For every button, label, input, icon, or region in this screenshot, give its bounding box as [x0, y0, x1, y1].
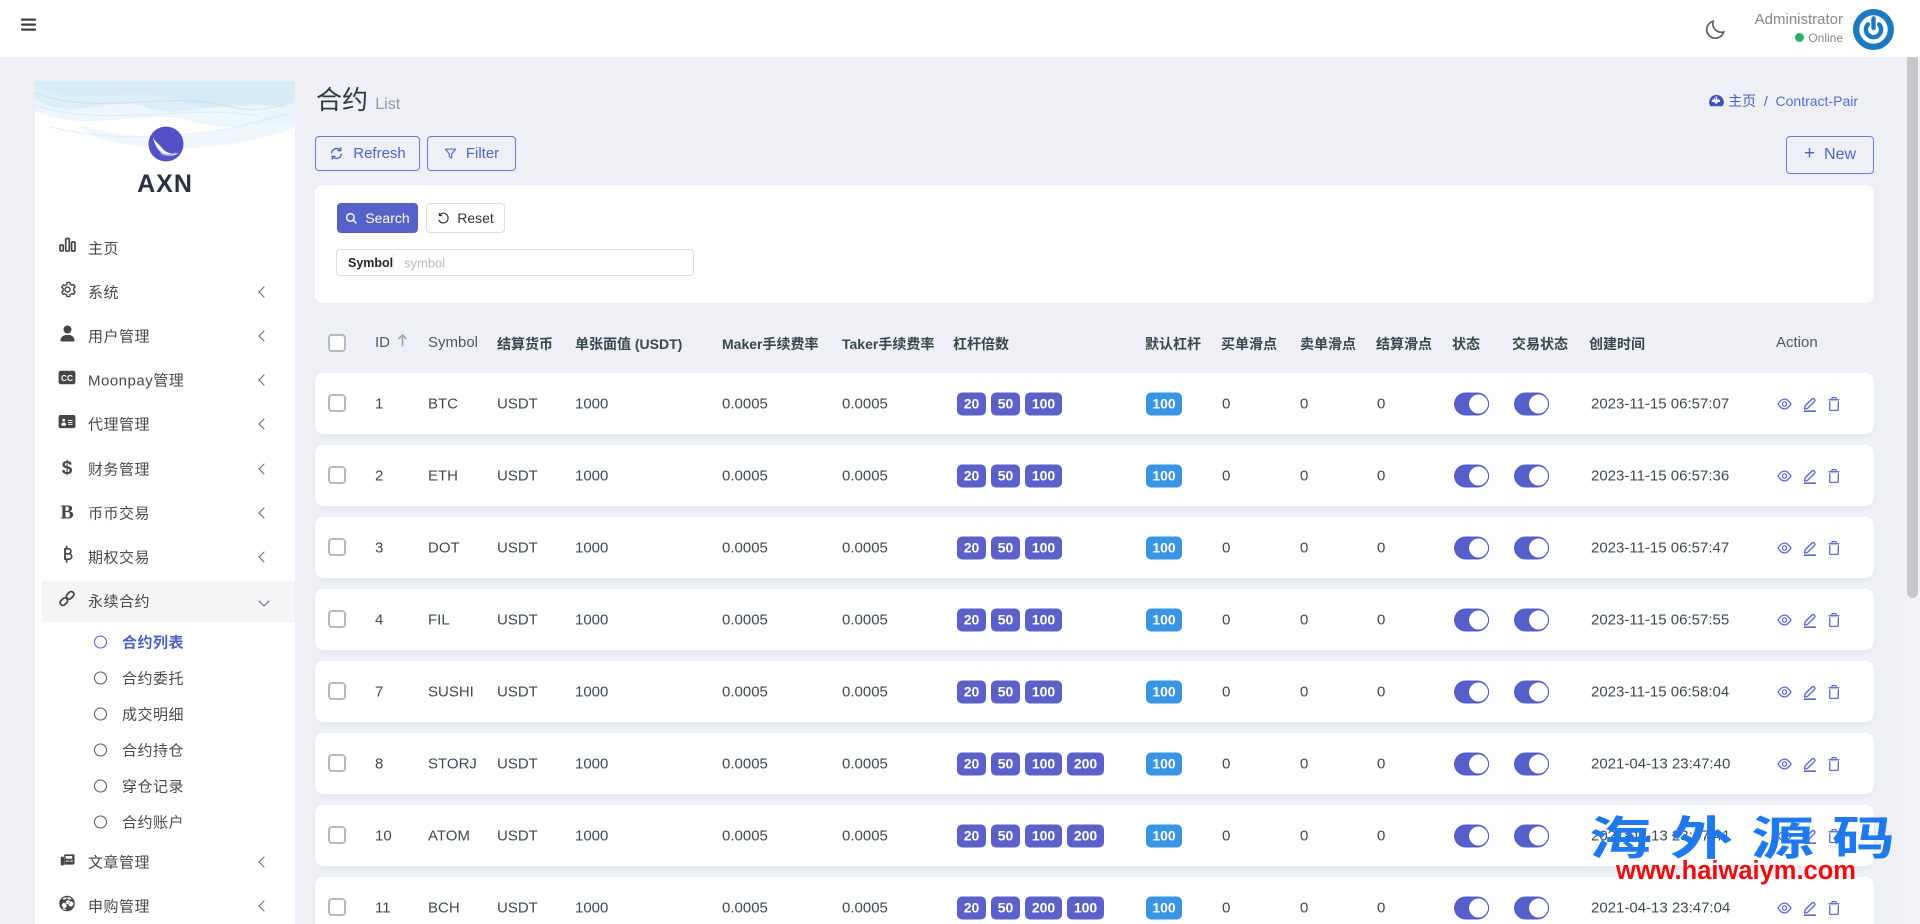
svg-text:CC: CC: [61, 374, 73, 383]
